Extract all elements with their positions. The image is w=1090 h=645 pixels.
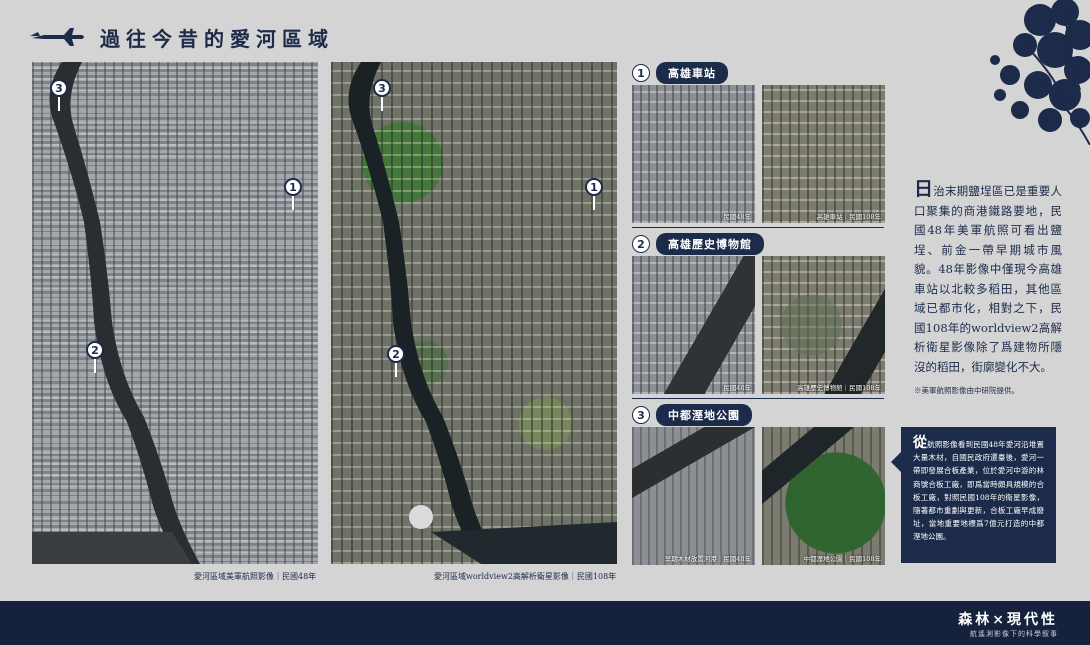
- callout-box: 從航照影像看到民國48年愛河沿堆置大量木材，自國民政府遷臺後，愛河一帶即發展合板…: [901, 427, 1056, 563]
- marker-pin: [381, 97, 383, 111]
- map-marker-3: 3: [50, 79, 68, 97]
- section-1-header: 1 高雄車站: [632, 62, 728, 84]
- footer-subtitle: 航遙測影像下的科學叙事: [970, 630, 1058, 638]
- history-museum-2019-photo: 高雄歷史博物館｜民國108年: [762, 256, 885, 394]
- history-museum-1959-photo: 民國48年: [632, 256, 755, 394]
- marker-pin: [292, 196, 294, 210]
- wetland-park-2019-photo: 中都溼地公園｜民國108年: [762, 427, 885, 565]
- map-marker-2: 2: [387, 345, 405, 363]
- paragraph-text: 治末期鹽埕區已是重要人口聚集的商港鐵路要地，民國48年美軍航照可看出鹽埕、前金一…: [914, 184, 1062, 374]
- airplane-icon: [30, 28, 84, 46]
- photo-caption: 高雄歷史博物館｜民國108年: [797, 384, 881, 392]
- source-note: ※美軍航照影像由中研院提供。: [914, 386, 1019, 395]
- map-marker-3: 3: [373, 79, 391, 97]
- callout-dropcap: 從: [913, 435, 928, 451]
- page-title: 過往今昔的愛河區域: [100, 26, 334, 51]
- photo-caption: 中都溼地公園｜民國108年: [803, 555, 881, 563]
- marker-pin: [395, 363, 397, 377]
- section-divider: [632, 227, 884, 228]
- section-2-header: 2 高雄歷史博物館: [632, 233, 764, 255]
- satellite-image-2019: 3 1 2: [331, 62, 617, 564]
- kaohsiung-station-2019-photo: 高雄車站｜民國108年: [762, 85, 885, 223]
- right-map-caption: 愛河區域worldview2高解析衛星影像｜民國108年: [434, 572, 617, 581]
- tree-silhouette-decoration: [990, 0, 1090, 145]
- paragraph-dropcap: 日: [914, 178, 934, 200]
- section-label: 高雄歷史博物館: [656, 233, 764, 255]
- callout-arrow: [891, 452, 901, 472]
- love-river-shape: [32, 62, 200, 564]
- map-marker-1: 1: [284, 178, 302, 196]
- left-map-caption: 愛河區域美軍航照影像｜民國48年: [194, 572, 317, 581]
- header: 過往今昔的愛河區域: [30, 22, 334, 52]
- callout-text: 航照影像看到民國48年愛河沿堆置大量木材，自國民政府遷臺後，愛河一帶即發展合板產…: [913, 440, 1045, 542]
- section-label: 中都溼地公園: [656, 404, 752, 426]
- intro-paragraph: 日治末期鹽埕區已是重要人口聚集的商港鐵路要地，民國48年美軍航照可看出鹽埕、前金…: [914, 178, 1062, 377]
- love-river-shape: [348, 62, 617, 564]
- kaohsiung-station-1959-photo: 民國48年: [632, 85, 755, 223]
- map-marker-1: 1: [585, 178, 603, 196]
- photo-caption: 民國48年: [723, 213, 751, 221]
- section-number: 2: [632, 235, 650, 253]
- section-label: 高雄車站: [656, 62, 728, 84]
- section-divider: [632, 398, 884, 399]
- wetland-park-1959-photo: 早期木材放置河港｜民國48年: [632, 427, 755, 565]
- section-3-header: 3 中都溼地公園: [632, 404, 752, 426]
- map-marker-2: 2: [86, 341, 104, 359]
- marker-pin: [94, 359, 96, 373]
- photo-caption: 高雄車站｜民國108年: [816, 213, 881, 221]
- section-number: 1: [632, 64, 650, 82]
- section-number: 3: [632, 406, 650, 424]
- footer-title: 森林×現代性: [958, 612, 1058, 628]
- aerial-photo-1959: 3 1 2: [32, 62, 318, 564]
- footer-bar: 森林×現代性 航遙測影像下的科學叙事: [0, 601, 1090, 645]
- photo-caption: 民國48年: [723, 384, 751, 392]
- photo-caption: 早期木材放置河港｜民國48年: [664, 555, 751, 563]
- marker-pin: [593, 196, 595, 210]
- marker-pin: [58, 97, 60, 111]
